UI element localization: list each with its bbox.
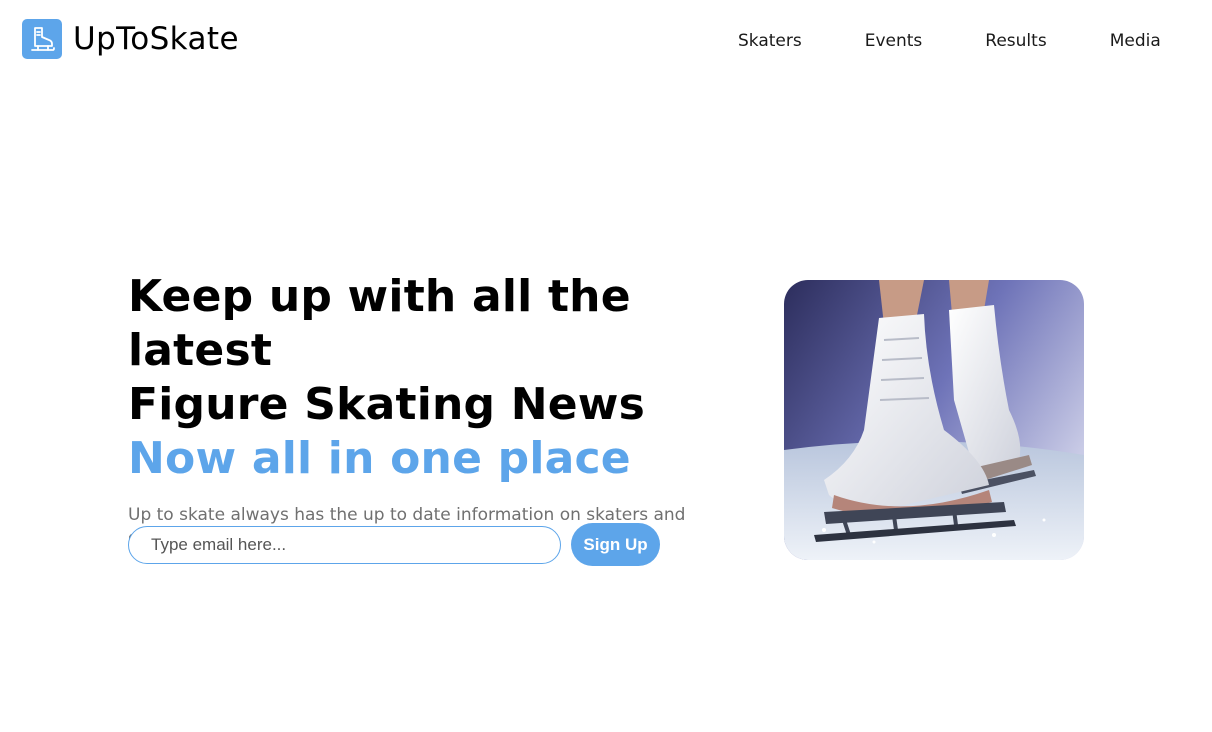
ice-skate-icon	[22, 19, 62, 59]
newsletter-signup: Sign Up	[128, 523, 660, 566]
headline-accent: Now all in one place	[128, 433, 631, 484]
landing-page: UpToSkate Skaters Events Results Media K…	[0, 0, 1212, 732]
headline-line-2: Figure Skating News	[128, 379, 646, 430]
figure-skates-photo	[784, 280, 1084, 560]
brand-name: UpToSkate	[73, 21, 239, 57]
hero-text: Keep up with all the latest Figure Skati…	[128, 270, 768, 550]
email-input[interactable]	[128, 525, 561, 564]
main-nav: Skaters Events Results Media	[738, 29, 1161, 53]
nav-item-events[interactable]: Events	[865, 29, 923, 53]
nav-item-results[interactable]: Results	[985, 29, 1046, 53]
headline-line-1: Keep up with all the latest	[128, 271, 631, 376]
brand[interactable]: UpToSkate	[22, 19, 239, 59]
signup-button[interactable]: Sign Up	[571, 523, 660, 566]
nav-item-media[interactable]: Media	[1110, 29, 1161, 53]
nav-item-skaters[interactable]: Skaters	[738, 29, 802, 53]
